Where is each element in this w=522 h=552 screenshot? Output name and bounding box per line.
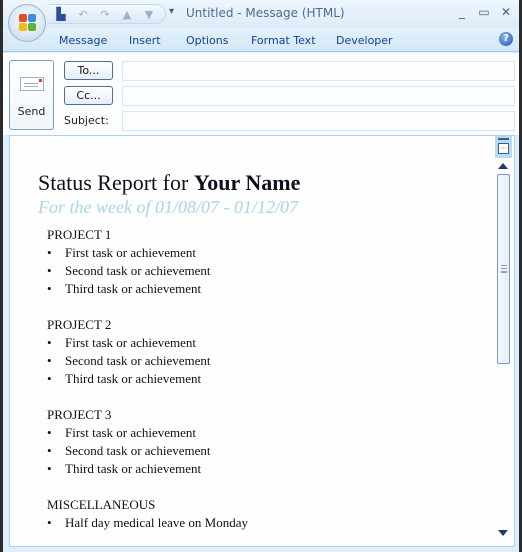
bullet: •	[47, 515, 52, 530]
bullet: •	[47, 425, 52, 440]
cc-field[interactable]	[122, 86, 515, 106]
split-bar	[498, 138, 509, 140]
scroll-thumb[interactable]	[497, 174, 510, 364]
list-item: • Half day medical leave on Monday	[47, 514, 300, 532]
envelope-icon	[20, 77, 44, 91]
vertical-scrollbar[interactable]: ⋯	[495, 136, 512, 546]
report-title-regular: Status Report for	[38, 170, 194, 195]
section-project-2: PROJECT 2 • First task or achievement • Se…	[47, 316, 300, 388]
tab-insert[interactable]: Insert	[129, 34, 161, 47]
item-text: Second task or achievement	[65, 263, 211, 278]
window-title: Untitled - Message (HTML)	[186, 6, 345, 20]
outlook-message-window: ▙ ↶ ↷ ▲ ▼ ▾ Untitled - Message (HTML) _ …	[3, 0, 519, 552]
tab-developer[interactable]: Developer	[336, 34, 393, 47]
cc-button[interactable]: Cc...	[64, 86, 113, 105]
title-bar: ▙ ↶ ↷ ▲ ▼ ▾ Untitled - Message (HTML) _ …	[3, 0, 519, 28]
to-button[interactable]: To...	[64, 61, 113, 80]
bullet: •	[47, 281, 52, 296]
item-text: Third task or achievement	[65, 461, 202, 476]
scroll-down-icon[interactable]	[498, 530, 508, 536]
send-button[interactable]: Send	[9, 60, 54, 130]
maximize-button[interactable]: ▭	[476, 5, 492, 19]
section-project-3: PROJECT 3 • First task or achievement • Se…	[47, 406, 300, 478]
undo-icon[interactable]: ↶	[75, 8, 91, 21]
office-button[interactable]	[8, 4, 46, 42]
to-field[interactable]	[122, 61, 515, 81]
item-text: Third task or achievement	[65, 371, 202, 386]
item-text: Third task or achievement	[65, 281, 202, 296]
section-heading: PROJECT 3	[47, 407, 112, 422]
section-heading: MISCELLANEOUS	[47, 497, 156, 512]
list-item: • Third task or achievement	[47, 460, 300, 478]
message-header: Send To... Cc... Subject:	[3, 53, 519, 135]
list-item: • First task or achievement	[47, 334, 300, 352]
next-item-icon[interactable]: ▼	[141, 8, 157, 21]
ribbon-tabs: Message Insert Options Format Text Devel…	[3, 28, 519, 52]
bullet: •	[47, 263, 52, 278]
item-text: Half day medical leave on Monday	[65, 515, 249, 530]
list-item: • Second task or achievement	[47, 442, 300, 460]
tab-options[interactable]: Options	[186, 34, 228, 47]
bullet: •	[47, 461, 52, 476]
report-subtitle: For the week of 01/08/07 - 01/12/07	[38, 197, 298, 217]
tab-format-text[interactable]: Format Text	[251, 34, 316, 47]
item-text: First task or achievement	[65, 425, 197, 440]
bullet: •	[47, 353, 52, 368]
minimize-button[interactable]: _	[454, 5, 470, 19]
redo-icon[interactable]: ↷	[97, 8, 113, 21]
section-miscellaneous: MISCELLANEOUS • Half day medical leave on…	[47, 496, 300, 532]
previous-item-icon[interactable]: ▲	[119, 8, 135, 21]
grip-icon	[501, 265, 507, 273]
list-item: • Second task or achievement	[47, 262, 300, 280]
list-item: • First task or achievement	[47, 424, 300, 442]
subject-field[interactable]	[122, 111, 515, 131]
list-item: • Third task or achievement	[47, 280, 300, 298]
bullet: •	[47, 443, 52, 458]
item-text: First task or achievement	[65, 245, 197, 260]
close-button[interactable]: ✕	[498, 5, 514, 19]
bullet: •	[47, 335, 52, 350]
list-item: • First task or achievement	[47, 244, 300, 262]
save-icon[interactable]: ▙	[53, 7, 69, 21]
subject-label: Subject:	[64, 114, 109, 127]
section-heading: PROJECT 2	[47, 317, 112, 332]
tooltip-balloon-icon: ⋯	[498, 143, 509, 154]
bullet: •	[47, 371, 52, 386]
item-text: Second task or achievement	[65, 443, 211, 458]
report-title-name: Your Name	[193, 170, 301, 195]
tab-message[interactable]: Message	[59, 34, 107, 47]
customize-toolbar-icon[interactable]: ▾	[169, 6, 174, 17]
item-text: Second task or achievement	[65, 353, 211, 368]
quick-access-toolbar: ▙ ↶ ↷ ▲ ▼	[49, 4, 166, 24]
scroll-up-icon[interactable]	[498, 163, 508, 169]
list-item: • Third task or achievement	[47, 370, 300, 388]
bullet: •	[47, 245, 52, 260]
item-text: First task or achievement	[65, 335, 197, 350]
section-heading: PROJECT 1	[47, 227, 112, 242]
report-title: Status Report for Your Name	[38, 170, 300, 196]
split-view-icon[interactable]: ⋯	[495, 136, 512, 158]
message-body[interactable]: Status Report for Your Name For the week…	[9, 135, 515, 547]
office-logo-icon	[19, 14, 37, 32]
section-project-1: PROJECT 1 • First task or achievement • Se…	[47, 226, 300, 298]
list-item: • Second task or achievement	[47, 352, 300, 370]
document-content: Status Report for Your Name For the week…	[38, 170, 300, 532]
send-label: Send	[17, 105, 46, 118]
help-icon[interactable]: ?	[499, 32, 513, 46]
